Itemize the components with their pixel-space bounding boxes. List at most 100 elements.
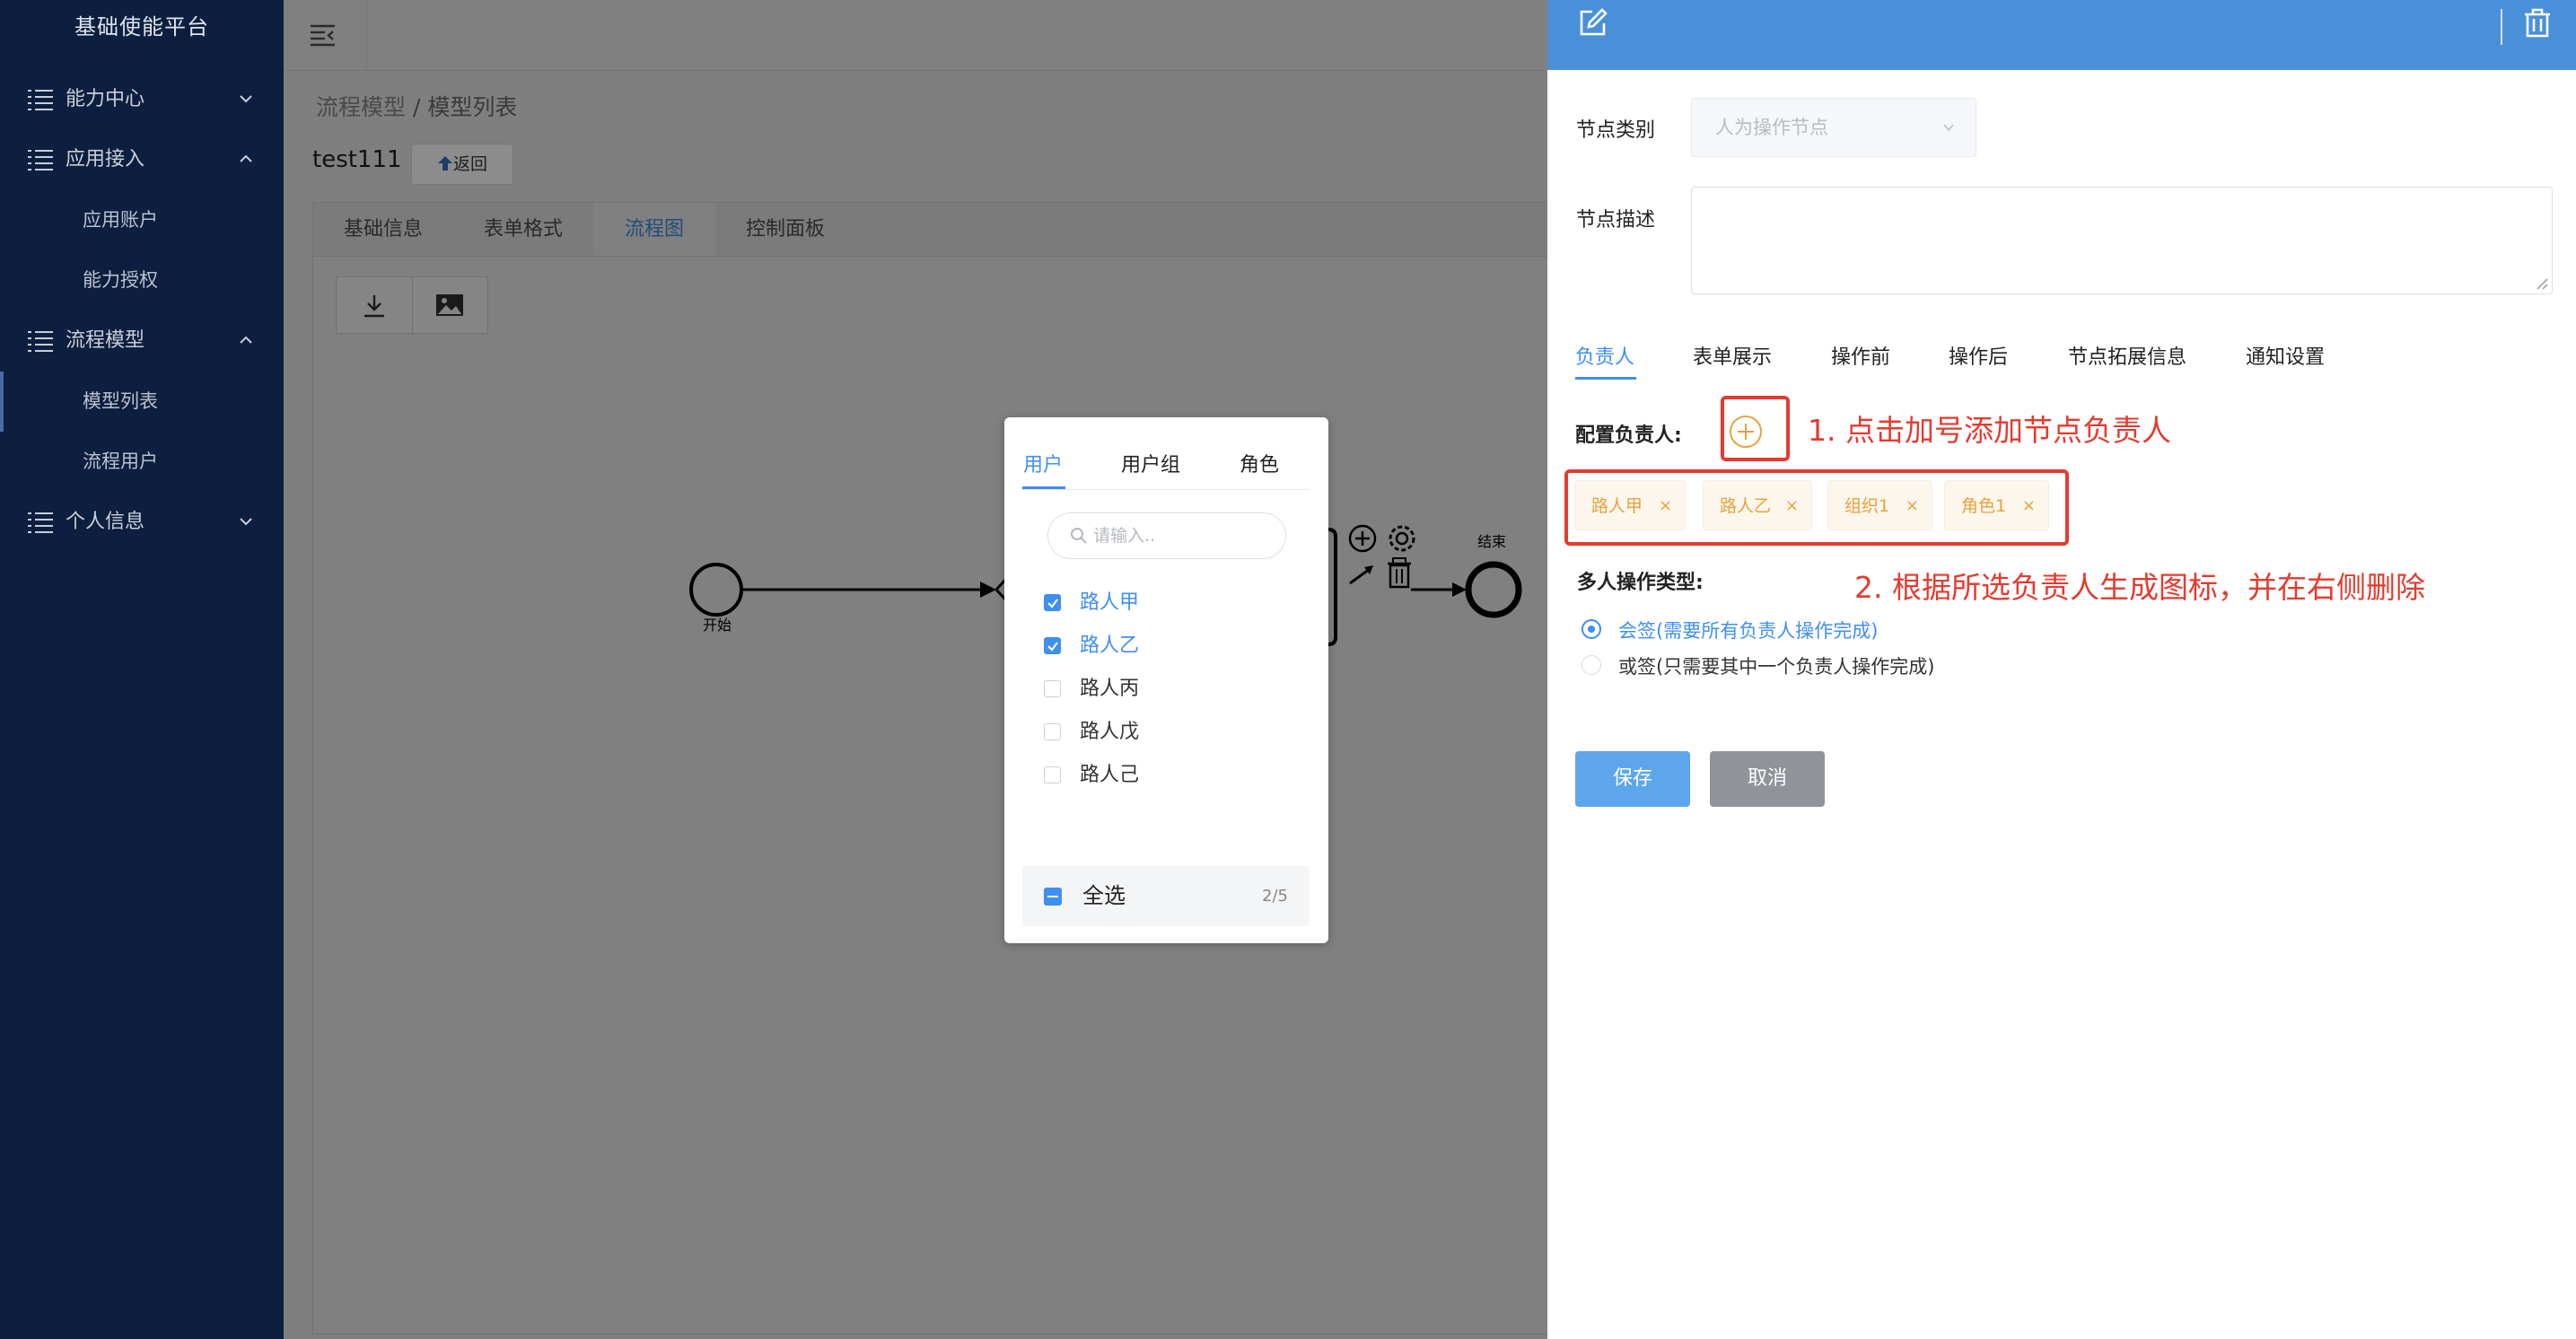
sidebar-item-process-users[interactable]: 流程用户 <box>0 432 284 492</box>
collapse-sidebar-button[interactable] <box>284 0 367 70</box>
close-icon[interactable]: × <box>1906 481 1919 531</box>
user-option[interactable]: 路人甲 <box>1044 586 1313 622</box>
tab-form-format[interactable]: 表单格式 <box>453 203 593 257</box>
arrow-head-icon <box>1452 582 1467 597</box>
checkbox-icon[interactable] <box>1044 766 1061 783</box>
sidebar-item-personal-info[interactable]: 个人信息 <box>0 493 284 552</box>
breadcrumb-current: 模型列表 <box>427 94 518 120</box>
modal-tab-user-groups[interactable]: 用户组 <box>1121 449 1180 477</box>
breadcrumb: 流程模型 / 模型列表 <box>316 90 517 122</box>
option-or-sign[interactable]: 或签(只需要其中一个负责人操作完成) <box>1618 652 1934 679</box>
sidebar-item-app-access[interactable]: 应用接入 <box>0 130 284 189</box>
end-event[interactable] <box>1465 561 1522 618</box>
checkbox-checked-icon[interactable] <box>1044 637 1061 654</box>
start-event-label: 开始 <box>703 617 732 634</box>
trash-icon[interactable] <box>1388 557 1411 589</box>
app-title: 基础使能平台 <box>74 14 209 39</box>
close-icon[interactable]: × <box>2022 481 2036 531</box>
checkbox-indeterminate-icon[interactable] <box>1044 888 1062 906</box>
breadcrumb-separator: / <box>406 94 428 120</box>
checkbox-checked-icon[interactable] <box>1044 594 1061 611</box>
chip-label: 组织1 <box>1844 496 1890 516</box>
breadcrumb-parent[interactable]: 流程模型 <box>316 94 406 120</box>
edit-icon[interactable] <box>1578 7 1608 38</box>
select-all-label[interactable]: 全选 <box>1082 866 1126 926</box>
checkbox-icon[interactable] <box>1044 680 1061 697</box>
user-option[interactable]: 路人己 <box>1044 758 1313 794</box>
option-countersign[interactable]: 会签(需要所有负责人操作完成) <box>1618 617 1878 643</box>
add-circle-icon[interactable] <box>1728 414 1764 450</box>
select-all-bar: 全选 2/5 <box>1022 866 1310 926</box>
cancel-button[interactable]: 取消 <box>1710 751 1825 807</box>
user-option[interactable]: 路人戊 <box>1044 715 1313 751</box>
user-option-label: 路人丙 <box>1080 678 1140 700</box>
back-button[interactable]: 返回 <box>411 144 513 185</box>
node-type-select[interactable]: 人为操作节点 <box>1691 98 1976 157</box>
resize-handle-icon[interactable] <box>2536 277 2548 290</box>
user-option-label: 路人乙 <box>1080 634 1140 657</box>
process-name: test111 <box>312 146 402 173</box>
sidebar-item-label: 模型列表 <box>83 390 158 412</box>
drawer-tab-node-ext[interactable]: 节点拓展信息 <box>2068 341 2186 370</box>
sidebar-item-capability-center[interactable]: 能力中心 <box>0 70 284 129</box>
start-event[interactable] <box>689 563 743 617</box>
gear-icon[interactable] <box>1389 525 1415 552</box>
sidebar-item-label: 应用接入 <box>66 148 145 171</box>
assignee-label: 配置负责人: <box>1575 424 1682 447</box>
assignee-chip: 路人乙 × <box>1703 480 1812 530</box>
drawer-tab-before-op[interactable]: 操作前 <box>1831 341 1890 370</box>
export-image-button[interactable] <box>412 277 487 333</box>
chip-label: 角色1 <box>1961 496 2007 516</box>
selected-count: 2/5 <box>1262 887 1288 906</box>
tab-flow-chart[interactable]: 流程图 <box>593 203 715 257</box>
assignee-picker-modal: 用户 用户组 角色 请输入.. 路人甲 路人乙 路人丙 路人戊 路人己 全选 2… <box>1004 417 1328 943</box>
drawer-tab-assignee[interactable]: 负责人 <box>1575 341 1634 370</box>
sidebar-item-capability-auth[interactable]: 能力授权 <box>0 250 284 311</box>
active-tab-indicator <box>1575 377 1636 380</box>
canvas-toolbar <box>336 276 488 334</box>
annotation-step-2: 2. 根据所选负责人生成图标，并在右侧删除 <box>1854 570 2425 605</box>
search-input[interactable]: 请输入.. <box>1047 512 1286 559</box>
chevron-down-icon <box>240 95 252 103</box>
search-placeholder: 请输入.. <box>1093 526 1156 546</box>
user-option[interactable]: 路人丙 <box>1044 672 1313 708</box>
drawer-tab-after-op[interactable]: 操作后 <box>1949 341 2008 370</box>
radio-selected-icon[interactable] <box>1582 619 1601 639</box>
save-button[interactable]: 保存 <box>1575 751 1690 807</box>
trash-icon[interactable] <box>2523 7 2552 38</box>
download-icon <box>364 295 384 318</box>
close-icon[interactable]: × <box>1785 481 1799 531</box>
flow-canvas[interactable] <box>312 256 1553 1335</box>
append-icon[interactable] <box>1348 524 1377 553</box>
tab-basic-info[interactable]: 基础信息 <box>313 203 453 257</box>
checkbox-icon[interactable] <box>1044 723 1061 740</box>
drawer-tab-notifications[interactable]: 通知设置 <box>2246 341 2325 370</box>
arrow-head-icon <box>980 582 996 598</box>
sidebar-item-app-account[interactable]: 应用账户 <box>0 190 284 250</box>
task-node-edge[interactable] <box>1327 528 1337 646</box>
arrow-up-icon <box>437 156 452 171</box>
multi-type-label: 多人操作类型: <box>1577 572 1704 594</box>
sidebar-item-label: 流程模型 <box>66 329 145 352</box>
node-desc-textarea[interactable] <box>1691 187 2553 294</box>
list-icon <box>28 150 53 171</box>
sidebar-item-label: 流程用户 <box>83 451 158 472</box>
close-icon[interactable]: × <box>1659 481 1672 531</box>
tab-control-panel[interactable]: 控制面板 <box>715 203 855 257</box>
user-option[interactable]: 路人乙 <box>1044 629 1313 665</box>
chevron-down-icon <box>240 518 252 526</box>
modal-tab-roles[interactable]: 角色 <box>1240 449 1279 477</box>
user-option-label: 路人戊 <box>1080 721 1140 743</box>
download-button[interactable] <box>337 277 413 333</box>
chip-label: 路人甲 <box>1591 496 1643 516</box>
sidebar-item-process-model[interactable]: 流程模型 <box>0 311 284 371</box>
sidebar-item-model-list[interactable]: 模型列表 <box>0 372 284 432</box>
radio-icon[interactable] <box>1582 655 1601 675</box>
connect-arrow-icon[interactable] <box>1349 565 1373 585</box>
modal-tab-users[interactable]: 用户 <box>1023 449 1063 477</box>
chevron-up-icon <box>240 336 252 344</box>
sidebar-item-label: 能力授权 <box>83 269 158 291</box>
drawer-header <box>1547 0 2576 70</box>
drawer-tab-form-display[interactable]: 表单展示 <box>1693 341 1772 370</box>
back-button-label: 返回 <box>452 154 487 174</box>
